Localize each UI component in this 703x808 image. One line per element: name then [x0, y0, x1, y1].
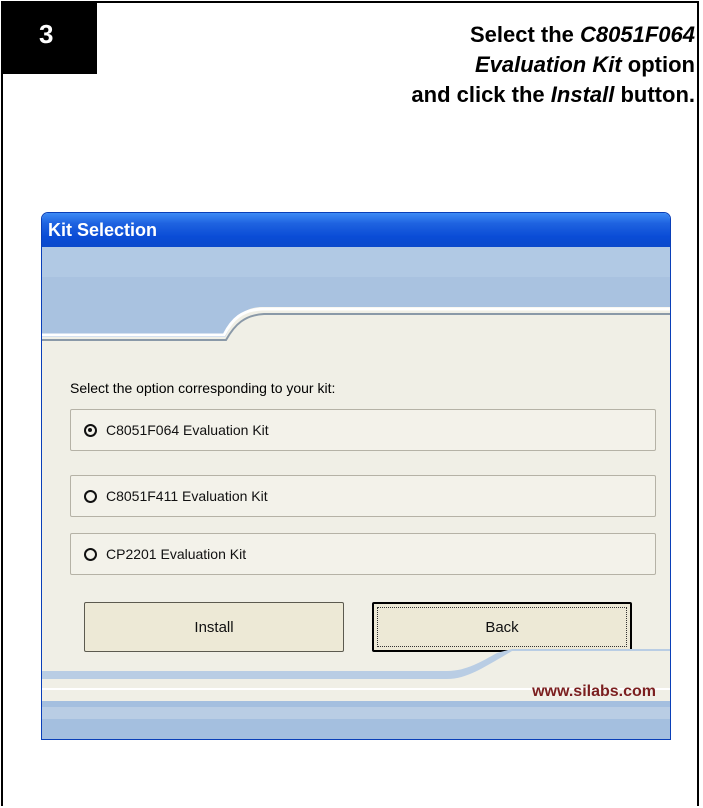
kit-selection-dialog: Kit Selection Select the option correspo…: [41, 212, 671, 740]
dialog-title: Kit Selection: [48, 220, 158, 240]
instruction-text-3: and click the: [411, 82, 551, 107]
instruction-text-4: button.: [614, 82, 695, 107]
instruction-kit-suffix: Evaluation Kit: [475, 52, 622, 77]
radio-c8051f411[interactable]: [84, 489, 97, 503]
option-c8051f411[interactable]: C8051F411 Evaluation Kit: [70, 475, 656, 517]
option-label: C8051F064 Evaluation Kit: [106, 422, 269, 438]
header-banner: [42, 247, 670, 347]
back-button[interactable]: Back: [372, 602, 632, 652]
dialog-titlebar[interactable]: Kit Selection: [42, 213, 670, 247]
instruction-text-2: option: [621, 52, 695, 77]
install-button[interactable]: Install: [84, 602, 344, 652]
instruction-kit-name: C8051F064: [580, 22, 695, 47]
instruction-install: Install: [550, 82, 615, 107]
install-button-label: Install: [194, 618, 234, 636]
radio-c8051f064[interactable]: [84, 423, 97, 437]
step-instruction: Select the C8051F064 Evaluation Kit opti…: [411, 20, 695, 110]
option-c8051f064[interactable]: C8051F064 Evaluation Kit: [70, 409, 656, 451]
focus-rectangle: [377, 607, 627, 647]
option-label: CP2201 Evaluation Kit: [106, 546, 247, 562]
option-cp2201[interactable]: CP2201 Evaluation Kit: [70, 533, 656, 575]
option-label: C8051F411 Evaluation Kit: [106, 488, 268, 504]
radio-cp2201[interactable]: [84, 547, 97, 561]
silabs-url[interactable]: www.silabs.com: [532, 683, 656, 701]
step-number-badge: 3: [1, 1, 97, 74]
instruction-text-1: Select the: [469, 22, 581, 47]
prompt-label: Select the option corresponding to your …: [70, 380, 336, 396]
